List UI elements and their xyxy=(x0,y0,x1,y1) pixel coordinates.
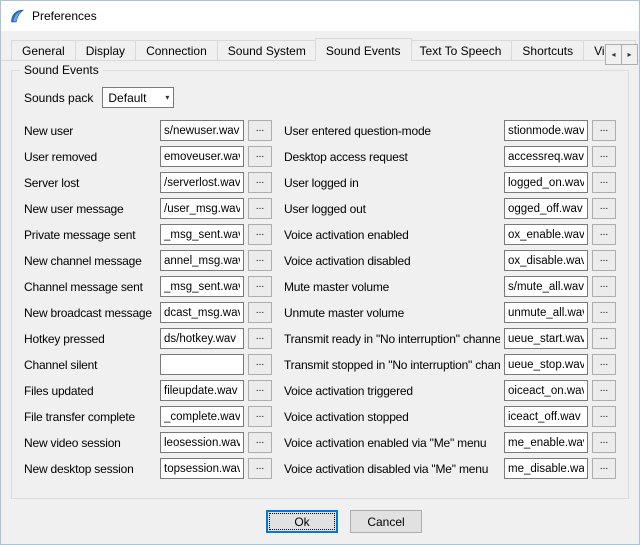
sound-event-label: User logged out xyxy=(284,202,500,216)
sound-event-label: File transfer complete xyxy=(24,410,156,424)
sound-event-label: User entered question-mode xyxy=(284,124,500,138)
sound-file-input[interactable] xyxy=(504,354,588,375)
sounds-pack-label: Sounds pack xyxy=(24,91,93,105)
sound-event-label: Desktop access request xyxy=(284,150,500,164)
sound-event-label: Voice activation triggered xyxy=(284,384,500,398)
sound-event-label: Transmit stopped in "No interruption" ch… xyxy=(284,358,500,372)
tab-display[interactable]: Display xyxy=(75,40,136,61)
browse-button[interactable]: ... xyxy=(248,302,272,323)
sound-event-label: Channel silent xyxy=(24,358,156,372)
browse-button[interactable]: ... xyxy=(248,354,272,375)
tab-bar: General Display Connection Sound System … xyxy=(1,31,639,61)
dialog-footer: Ok Cancel xyxy=(1,499,639,544)
sound-event-label: New broadcast message xyxy=(24,306,156,320)
sound-events-right-column: User entered question-mode ... Desktop a… xyxy=(284,120,616,479)
sound-file-input[interactable] xyxy=(160,120,244,141)
browse-button[interactable]: ... xyxy=(248,120,272,141)
sound-file-input[interactable] xyxy=(504,198,588,219)
app-icon xyxy=(9,8,25,24)
sound-event-label: Transmit ready in "No interruption" chan… xyxy=(284,332,500,346)
sound-file-input[interactable] xyxy=(160,198,244,219)
sound-event-label: New channel message xyxy=(24,254,156,268)
browse-button[interactable]: ... xyxy=(248,276,272,297)
sound-file-input[interactable] xyxy=(504,458,588,479)
group-title: Sound Events xyxy=(20,63,103,77)
sound-event-label: Voice activation enabled via "Me" menu xyxy=(284,436,500,450)
sound-file-input[interactable] xyxy=(160,146,244,167)
sound-file-input[interactable] xyxy=(160,276,244,297)
browse-button[interactable]: ... xyxy=(248,172,272,193)
sound-event-label: Voice activation disabled via "Me" menu xyxy=(284,462,500,476)
browse-button[interactable]: ... xyxy=(248,458,272,479)
sound-file-input[interactable] xyxy=(504,432,588,453)
tab-page-sound-events: Sound Events Sounds pack Default ▾ New u… xyxy=(1,61,639,499)
browse-button[interactable]: ... xyxy=(248,380,272,401)
sounds-pack-value: Default xyxy=(108,91,146,105)
sound-file-input[interactable] xyxy=(160,458,244,479)
browse-button[interactable]: ... xyxy=(248,250,272,271)
sound-event-label: Mute master volume xyxy=(284,280,500,294)
sound-file-input[interactable] xyxy=(160,172,244,193)
sound-event-label: User logged in xyxy=(284,176,500,190)
window-title: Preferences xyxy=(32,9,97,23)
ok-button[interactable]: Ok xyxy=(266,510,338,533)
tab-text-to-speech[interactable]: Text To Speech xyxy=(409,40,513,61)
sound-events-left-column: New user ... User removed ... Server los… xyxy=(24,120,272,479)
sound-event-label: Voice activation enabled xyxy=(284,228,500,242)
sound-file-input[interactable] xyxy=(160,406,244,427)
sound-event-label: Files updated xyxy=(24,384,156,398)
sound-file-input[interactable] xyxy=(160,302,244,323)
tab-sound-events[interactable]: Sound Events xyxy=(315,38,412,61)
browse-button[interactable]: ... xyxy=(248,406,272,427)
browse-button[interactable]: ... xyxy=(248,146,272,167)
sound-file-input[interactable] xyxy=(160,224,244,245)
sound-file-input[interactable] xyxy=(504,250,588,271)
sound-file-input[interactable] xyxy=(160,354,244,375)
sound-event-label: Channel message sent xyxy=(24,280,156,294)
tab-scroll-control: ◂ ▸ xyxy=(605,44,638,545)
tab-general[interactable]: General xyxy=(11,40,76,61)
sound-event-label: Server lost xyxy=(24,176,156,190)
sound-file-input[interactable] xyxy=(504,172,588,193)
browse-button[interactable]: ... xyxy=(248,432,272,453)
sound-event-label: New video session xyxy=(24,436,156,450)
sound-event-label: Hotkey pressed xyxy=(24,332,156,346)
sound-events-columns: New user ... User removed ... Server los… xyxy=(24,120,616,479)
browse-button[interactable]: ... xyxy=(248,198,272,219)
sounds-pack-select[interactable]: Default ▾ xyxy=(102,87,174,108)
sound-file-input[interactable] xyxy=(504,120,588,141)
sound-file-input[interactable] xyxy=(504,276,588,297)
sound-event-label: New desktop session xyxy=(24,462,156,476)
tab-scroll-right-icon[interactable]: ▸ xyxy=(621,44,638,65)
sound-file-input[interactable] xyxy=(160,380,244,401)
sound-file-input[interactable] xyxy=(160,328,244,349)
sound-file-input[interactable] xyxy=(504,380,588,401)
sound-file-input[interactable] xyxy=(504,302,588,323)
sound-event-label: New user xyxy=(24,124,156,138)
tab-sound-system[interactable]: Sound System xyxy=(217,40,317,61)
tab-scroll-left-icon[interactable]: ◂ xyxy=(605,44,622,65)
sound-file-input[interactable] xyxy=(160,250,244,271)
sound-file-input[interactable] xyxy=(504,406,588,427)
cancel-button[interactable]: Cancel xyxy=(350,510,422,533)
sound-event-label: Voice activation disabled xyxy=(284,254,500,268)
preferences-dialog: Preferences General Display Connection S… xyxy=(0,0,640,545)
sound-event-label: Unmute master volume xyxy=(284,306,500,320)
tab-connection[interactable]: Connection xyxy=(135,40,218,61)
browse-button[interactable]: ... xyxy=(248,224,272,245)
sound-events-group: Sound Events Sounds pack Default ▾ New u… xyxy=(11,70,629,499)
chevron-down-icon: ▾ xyxy=(165,93,169,102)
sounds-pack-row: Sounds pack Default ▾ xyxy=(24,87,616,108)
sound-event-label: Voice activation stopped xyxy=(284,410,500,424)
sound-file-input[interactable] xyxy=(504,224,588,245)
sound-event-label: Private message sent xyxy=(24,228,156,242)
sound-event-label: User removed xyxy=(24,150,156,164)
sound-file-input[interactable] xyxy=(504,328,588,349)
browse-button[interactable]: ... xyxy=(248,328,272,349)
title-bar: Preferences xyxy=(1,1,639,31)
sound-file-input[interactable] xyxy=(160,432,244,453)
tab-shortcuts[interactable]: Shortcuts xyxy=(511,40,584,61)
sound-file-input[interactable] xyxy=(504,146,588,167)
sound-event-label: New user message xyxy=(24,202,156,216)
